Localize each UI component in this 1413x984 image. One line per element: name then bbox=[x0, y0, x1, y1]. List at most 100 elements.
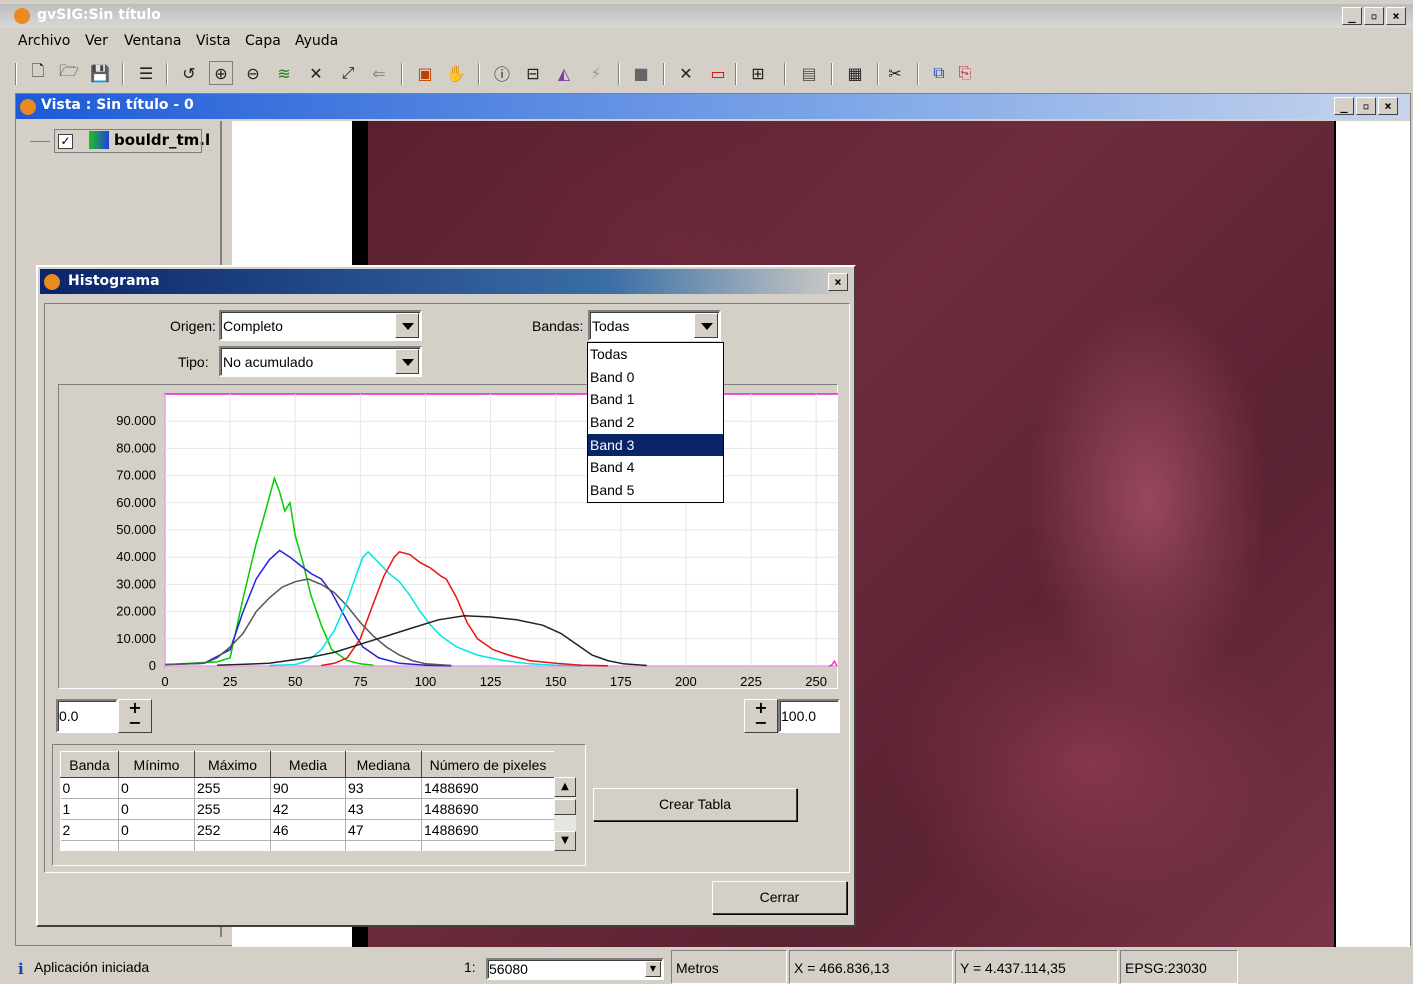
scroll-thumb[interactable] bbox=[554, 799, 576, 815]
select-rect-icon[interactable]: ▭ bbox=[706, 61, 730, 85]
chevron-down-icon[interactable]: ▼ bbox=[645, 961, 661, 977]
restore-icon[interactable]: ▫ bbox=[1364, 7, 1384, 25]
toolbar-separator bbox=[166, 63, 168, 85]
tipo-value: No acumulado bbox=[223, 354, 314, 370]
table-cell: 0 bbox=[118, 819, 195, 841]
bandas-option[interactable]: Todas bbox=[588, 343, 723, 366]
bandas-option[interactable]: Band 2 bbox=[588, 411, 723, 434]
origen-select[interactable]: Completo bbox=[219, 310, 422, 341]
zoom-layer-icon[interactable]: ≋ bbox=[272, 61, 296, 85]
info-icon: i bbox=[18, 960, 24, 978]
bandas-select[interactable]: Todas bbox=[588, 310, 721, 341]
column-header[interactable]: Mínimo bbox=[118, 751, 195, 778]
x-tick-label: 250 bbox=[805, 674, 827, 689]
close-icon[interactable]: × bbox=[1378, 97, 1398, 115]
zoom-full-icon[interactable]: ⤢ bbox=[336, 61, 360, 85]
scale-select[interactable]: 56080 ▼ bbox=[486, 958, 664, 980]
minimize-icon[interactable]: _ bbox=[1334, 97, 1354, 115]
hyperlink-icon[interactable]: ⚡ bbox=[584, 61, 608, 85]
column-header[interactable]: Media bbox=[270, 751, 346, 778]
pan-hand-icon[interactable]: ✋ bbox=[444, 61, 468, 85]
min-stepper[interactable]: + − bbox=[118, 699, 152, 733]
restore-icon[interactable]: ▫ bbox=[1356, 97, 1376, 115]
zoom-out-icon[interactable]: ⊖ bbox=[241, 61, 265, 85]
menu-ventana[interactable]: Ventana bbox=[124, 33, 182, 49]
x-tick-label: 0 bbox=[161, 674, 168, 689]
bandas-option-highlighted[interactable]: Band 3 bbox=[588, 433, 723, 457]
scroll-up-icon[interactable]: ▲ bbox=[554, 777, 576, 797]
close-icon[interactable]: × bbox=[828, 273, 848, 291]
scale-prefix: 1: bbox=[464, 959, 476, 975]
table-row[interactable]: 0 0 255 90 93 1488690 bbox=[60, 777, 554, 799]
bandas-option[interactable]: Band 1 bbox=[588, 388, 723, 411]
layers-icon[interactable]: ☰ bbox=[134, 61, 158, 85]
epsg-code: EPSG:23030 bbox=[1120, 950, 1238, 984]
table-cell: 90 bbox=[270, 777, 346, 799]
chevron-down-icon[interactable] bbox=[395, 349, 419, 374]
locator-icon[interactable]: ⊞ bbox=[746, 61, 770, 85]
min-value: 0.0 bbox=[59, 708, 79, 724]
toolbar-separator bbox=[877, 63, 879, 85]
max-stepper[interactable]: + − bbox=[744, 699, 778, 733]
x-tick-label: 200 bbox=[675, 674, 697, 689]
table-cell: 43 bbox=[345, 798, 422, 820]
toolbar-separator bbox=[784, 63, 786, 85]
bandas-option[interactable]: Band 5 bbox=[588, 479, 723, 502]
x-tick-label: 50 bbox=[288, 674, 302, 689]
table-scrollbar[interactable]: ▲ ▼ bbox=[554, 777, 576, 851]
max-input[interactable]: 100.0 bbox=[778, 699, 840, 733]
zoom-previous-icon[interactable]: ⇐ bbox=[367, 61, 391, 85]
view-title: Vista : Sin título - 0 bbox=[41, 97, 194, 113]
min-input[interactable]: 0.0 bbox=[56, 699, 118, 733]
crear-tabla-button[interactable]: Crear Tabla bbox=[593, 788, 797, 821]
column-header[interactable]: Número de pixeles bbox=[421, 751, 554, 778]
zoom-back-icon[interactable]: ↺ bbox=[177, 61, 201, 85]
copy-icon[interactable]: ⧉ bbox=[927, 61, 951, 85]
table-cell bbox=[118, 840, 195, 851]
table-row[interactable]: 2 0 252 46 47 1488690 bbox=[60, 819, 554, 841]
frame-icon[interactable]: ▣ bbox=[413, 61, 437, 85]
tipo-label: Tipo: bbox=[178, 354, 209, 370]
table-cell: 47 bbox=[345, 819, 422, 841]
menu-capa[interactable]: Capa bbox=[245, 33, 281, 49]
bandas-option[interactable]: Band 0 bbox=[588, 366, 723, 389]
minimize-icon[interactable]: _ bbox=[1342, 7, 1362, 25]
bandas-label: Bandas: bbox=[532, 318, 584, 334]
area-icon[interactable]: ◭ bbox=[552, 61, 576, 85]
menu-ver[interactable]: Ver bbox=[85, 33, 108, 49]
tipo-select[interactable]: No acumulado bbox=[219, 346, 422, 377]
table-icon[interactable]: ▤ bbox=[797, 61, 821, 85]
tools-icon[interactable]: ✂ bbox=[883, 61, 907, 85]
menu-archivo[interactable]: Archivo bbox=[18, 33, 70, 49]
raster-icon[interactable]: ▦ bbox=[843, 61, 867, 85]
measure-icon[interactable]: ⊟ bbox=[521, 61, 545, 85]
save-icon[interactable]: 💾 bbox=[88, 61, 112, 85]
bandas-dropdown-list[interactable]: Todas Band 0 Band 1 Band 2 Band 3 Band 4… bbox=[587, 342, 724, 503]
column-header[interactable]: Mediana bbox=[345, 751, 422, 778]
select-icon[interactable]: ■ bbox=[629, 61, 653, 85]
chevron-down-icon[interactable] bbox=[694, 313, 718, 338]
table-cell: 0 bbox=[118, 777, 195, 799]
scale-value: 56080 bbox=[489, 961, 528, 977]
table-row[interactable] bbox=[60, 840, 554, 851]
chevron-down-icon[interactable] bbox=[395, 313, 419, 338]
column-header[interactable]: Banda bbox=[60, 751, 119, 778]
pdf-icon[interactable]: ⎘ bbox=[953, 61, 977, 85]
bandas-option[interactable]: Band 4 bbox=[588, 456, 723, 479]
table-row[interactable]: 1 0 255 42 43 1488690 bbox=[60, 798, 554, 820]
table-cell bbox=[60, 840, 119, 851]
column-header[interactable]: Máximo bbox=[194, 751, 271, 778]
select-by-point-icon[interactable]: ✕ bbox=[674, 61, 698, 85]
zoom-select-icon[interactable]: ✕ bbox=[304, 61, 328, 85]
new-file-icon[interactable]: 🗋 bbox=[26, 61, 50, 85]
scroll-down-icon[interactable]: ▼ bbox=[554, 831, 576, 851]
table-cell bbox=[421, 840, 554, 851]
info-icon[interactable]: ⓘ bbox=[490, 61, 514, 85]
zoom-in-icon[interactable]: ⊕ bbox=[209, 61, 233, 85]
tree-line bbox=[30, 141, 50, 142]
cerrar-button[interactable]: Cerrar bbox=[712, 881, 847, 914]
close-icon[interactable]: × bbox=[1386, 7, 1406, 25]
menu-ayuda[interactable]: Ayuda bbox=[295, 33, 338, 49]
open-folder-icon[interactable]: 🗁 bbox=[57, 61, 81, 85]
menu-vista[interactable]: Vista bbox=[196, 33, 231, 49]
